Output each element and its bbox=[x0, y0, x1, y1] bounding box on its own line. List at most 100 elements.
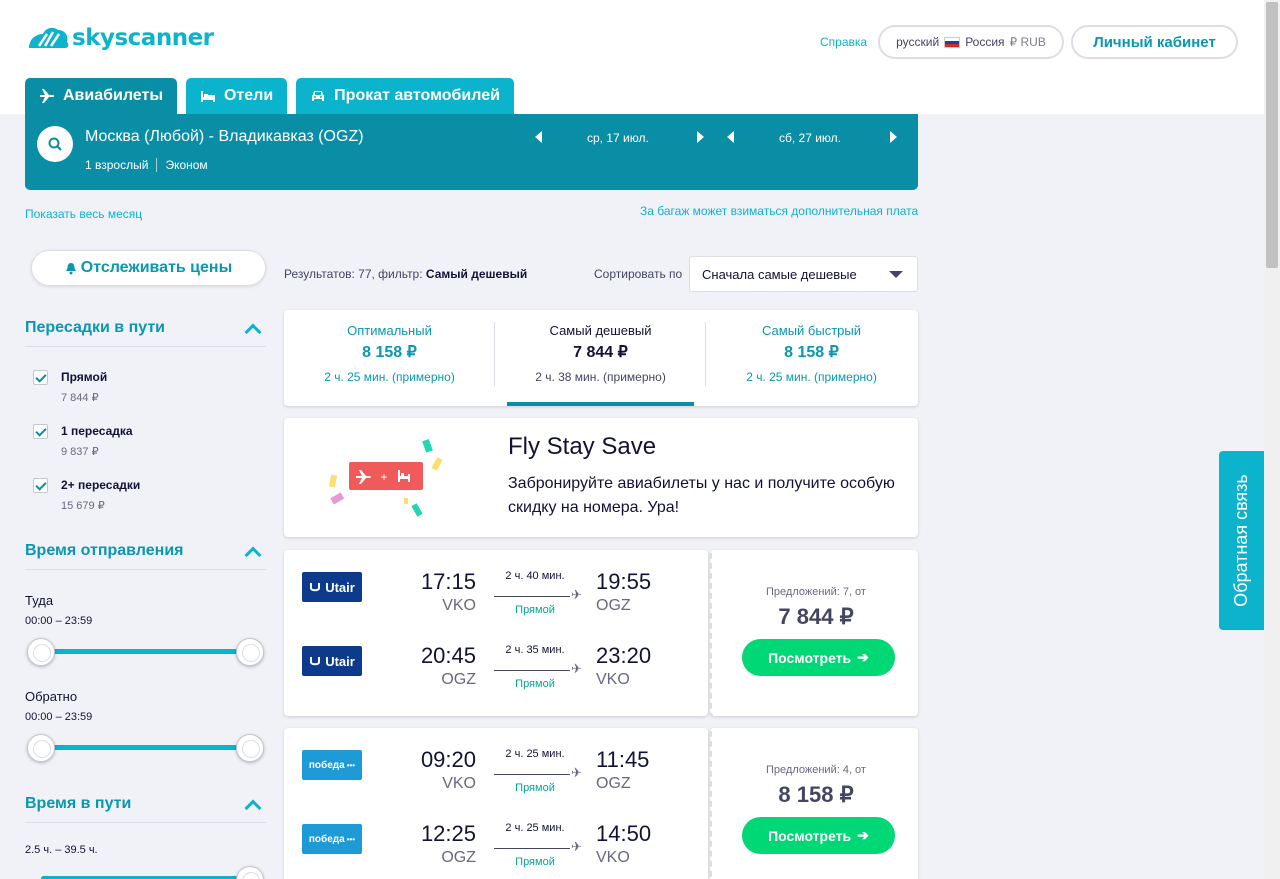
duration-filter-title[interactable]: Время в пути bbox=[25, 795, 131, 813]
route-text[interactable]: Москва (Любой) - Владикавказ (OGZ) bbox=[85, 128, 364, 146]
passenger-info[interactable]: 1 взрослый Эконом bbox=[85, 158, 208, 172]
tab-fastest[interactable]: Самый быстрый 8 158 ₽ 2 ч. 25 мин. (прим… bbox=[706, 310, 917, 406]
next-depart-date-arrow[interactable] bbox=[697, 131, 704, 143]
divider bbox=[25, 346, 266, 347]
separator bbox=[156, 158, 158, 172]
account-button[interactable]: Личный кабинет bbox=[1071, 25, 1238, 59]
flight-result-card[interactable]: победа ••• 09:20 VKO 2 ч. 25 мин. ✈ Прямо… bbox=[284, 728, 918, 879]
slider-handle-min[interactable] bbox=[27, 734, 55, 762]
promo-title: Fly Stay Save bbox=[508, 433, 657, 460]
scrollbar-thumb[interactable] bbox=[1266, 2, 1278, 268]
sort-label: Сортировать по bbox=[594, 267, 683, 281]
plane-icon: ✈ bbox=[571, 765, 582, 780]
feedback-label: Обратная связь bbox=[1231, 474, 1251, 607]
cabin-class-label: Эконом bbox=[165, 158, 208, 172]
divider bbox=[25, 569, 266, 570]
prev-return-date-arrow[interactable] bbox=[727, 131, 734, 143]
tab-cheapest[interactable]: Самый дешевый 7 844 ₽ 2 ч. 38 мин. (прим… bbox=[495, 310, 706, 406]
departure-airport: VKO bbox=[442, 597, 476, 614]
view-deal-button[interactable]: Посмотреть ➔ bbox=[742, 639, 895, 676]
flight-result-card[interactable]: Utair 17:15 VKO 2 ч. 40 мин. ✈ Прямой 19… bbox=[284, 550, 918, 716]
return-date[interactable]: сб, 27 июл. bbox=[779, 131, 841, 145]
departure-time: 12:25 bbox=[420, 821, 476, 846]
caret-down-icon bbox=[889, 271, 903, 278]
baggage-fee-link[interactable]: За багаж может взиматься дополнительная … bbox=[640, 204, 918, 218]
flight-duration: 2 ч. 25 мин. bbox=[505, 822, 565, 834]
slider-handle-max[interactable] bbox=[236, 638, 264, 666]
next-return-date-arrow[interactable] bbox=[890, 131, 897, 143]
bed-icon bbox=[200, 91, 215, 102]
departure-airport: OGZ bbox=[441, 671, 476, 688]
view-deal-label: Посмотреть bbox=[768, 827, 852, 844]
utair-u-icon bbox=[310, 657, 321, 666]
stops-option-label: Прямой bbox=[61, 370, 108, 384]
sort-dropdown[interactable]: Сначала самые дешевые bbox=[689, 256, 918, 292]
track-prices-button[interactable]: Отслеживать цены bbox=[31, 250, 266, 286]
return-time-slider[interactable] bbox=[41, 745, 251, 750]
passengers-label: 1 взрослый bbox=[85, 158, 149, 172]
utair-logo: Utair bbox=[302, 646, 362, 676]
departure-airport: VKO bbox=[442, 775, 476, 792]
slider-handle-max[interactable] bbox=[236, 866, 264, 879]
fly-stay-save-banner[interactable]: + Fly Stay Save Забронируйте авиабилеты … bbox=[284, 418, 918, 537]
tab-flights-label: Авиабилеты bbox=[63, 87, 163, 104]
prev-depart-date-arrow[interactable] bbox=[535, 131, 542, 143]
skyscanner-logo[interactable]: skyscanner bbox=[25, 22, 214, 54]
stops-label: Прямой bbox=[515, 604, 555, 616]
departure-time-filter-title[interactable]: Время отправления bbox=[25, 542, 184, 560]
chevron-up-icon[interactable] bbox=[244, 799, 262, 817]
help-link[interactable]: Справка bbox=[820, 35, 867, 49]
route-line bbox=[494, 774, 570, 775]
checkbox[interactable] bbox=[33, 478, 48, 493]
stops-label: Прямой bbox=[515, 856, 555, 868]
arrival-time: 14:50 bbox=[596, 821, 652, 846]
tab-car-hire[interactable]: Прокат автомобилей bbox=[296, 78, 514, 114]
tab-flights[interactable]: Авиабилеты bbox=[25, 78, 177, 114]
tab-car-hire-label: Прокат автомобилей bbox=[334, 87, 500, 104]
summary-price: 8 158 ₽ bbox=[362, 344, 417, 361]
pobeda-logo: победа ••• bbox=[302, 824, 362, 854]
plane-icon: ✈ bbox=[571, 587, 582, 602]
language-label: русский bbox=[896, 35, 940, 49]
slider-handle-max[interactable] bbox=[236, 734, 264, 762]
tab-hotels-label: Отели bbox=[223, 87, 274, 104]
return-leg: победа ••• 12:25 OGZ 2 ч. 25 мин. ✈ Прямо… bbox=[284, 815, 708, 875]
duration-range: 2.5 ч. – 39.5 ч. bbox=[25, 844, 98, 856]
results-count-text: Результатов: 77, фильтр: bbox=[284, 267, 423, 281]
checkbox[interactable] bbox=[33, 370, 48, 385]
stops-option-label: 2+ пересадки bbox=[61, 478, 141, 492]
divider bbox=[25, 822, 266, 823]
chevron-up-icon[interactable] bbox=[244, 323, 262, 341]
active-filter: Самый дешевый bbox=[425, 267, 528, 281]
feedback-tab[interactable]: Обратная связь bbox=[1219, 451, 1264, 630]
chevron-up-icon[interactable] bbox=[244, 546, 262, 564]
logo-text: skyscanner bbox=[72, 25, 214, 51]
outbound-leg: победа ••• 09:20 VKO 2 ч. 25 мин. ✈ Прямо… bbox=[284, 741, 708, 801]
outbound-time-slider[interactable] bbox=[41, 649, 251, 654]
arrival-airport: OGZ bbox=[596, 775, 631, 792]
price-panel: Предложений: 7, от 7 844 ₽ Посмотреть ➔ bbox=[710, 550, 918, 716]
route-line bbox=[494, 596, 570, 597]
search-button[interactable] bbox=[37, 126, 73, 162]
departure-time: 20:45 bbox=[420, 643, 476, 668]
summary-label: Самый быстрый bbox=[762, 323, 861, 338]
depart-date[interactable]: ср, 17 июл. bbox=[587, 131, 649, 145]
stops-option-price: 15 679 ₽ bbox=[61, 500, 105, 512]
itinerary-panel[interactable]: Utair 17:15 VKO 2 ч. 40 мин. ✈ Прямой 19… bbox=[284, 550, 708, 716]
locale-button[interactable]: русский Россия ₽ RUB bbox=[878, 25, 1064, 59]
checkbox[interactable] bbox=[33, 424, 48, 439]
promo-text: Забронируйте авиабилеты у нас и получите… bbox=[508, 475, 895, 516]
summary-duration: 2 ч. 25 мин. (примерно) bbox=[746, 370, 877, 384]
utair-logo: Utair bbox=[302, 572, 362, 602]
sort-summary-tabs: Оптимальный 8 158 ₽ 2 ч. 25 мин. (пример… bbox=[284, 310, 918, 406]
car-icon bbox=[312, 91, 325, 101]
slider-handle-min[interactable] bbox=[27, 638, 55, 666]
view-deal-button[interactable]: Посмотреть ➔ bbox=[742, 817, 895, 854]
track-prices-label: Отслеживать цены bbox=[80, 259, 233, 276]
itinerary-panel[interactable]: победа ••• 09:20 VKO 2 ч. 25 мин. ✈ Прямо… bbox=[284, 728, 708, 879]
stops-filter-title[interactable]: Пересадки в пути bbox=[25, 319, 165, 337]
tab-hotels[interactable]: Отели bbox=[185, 78, 288, 114]
show-whole-month-link[interactable]: Показать весь месяц bbox=[25, 207, 142, 221]
stops-option-price: 7 844 ₽ bbox=[61, 392, 99, 404]
tab-best[interactable]: Оптимальный 8 158 ₽ 2 ч. 25 мин. (пример… bbox=[284, 310, 495, 406]
